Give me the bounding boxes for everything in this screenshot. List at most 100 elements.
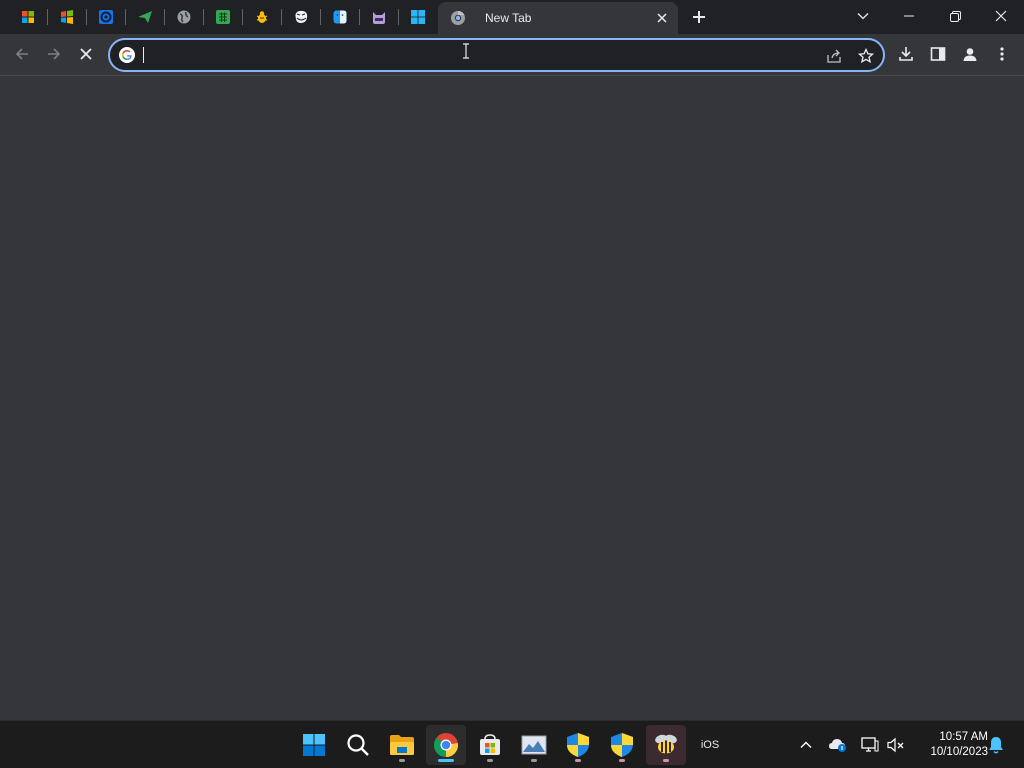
- pinned-tab-11[interactable]: [399, 3, 437, 31]
- tab-strip: New Tab: [0, 0, 1024, 34]
- windows-11-icon: [411, 10, 425, 24]
- pinned-tab-8[interactable]: [282, 3, 320, 31]
- cloud-icon: [829, 739, 846, 752]
- tab-new-tab[interactable]: New Tab: [438, 2, 678, 34]
- cat-icon: [373, 12, 385, 24]
- google-icon: [119, 47, 135, 63]
- ibeam-cursor-icon: [463, 43, 469, 59]
- taskbar-app-security-1[interactable]: [558, 725, 598, 765]
- minimize-button[interactable]: [886, 0, 932, 32]
- pinned-tab-6[interactable]: [204, 3, 242, 31]
- star-icon: [858, 48, 874, 64]
- security-shield-icon: [567, 733, 589, 757]
- taskbar-app-security-2[interactable]: [602, 725, 642, 765]
- running-indicator: [399, 759, 405, 762]
- running-indicator: [487, 759, 493, 762]
- taskbar-app-bee[interactable]: [646, 725, 686, 765]
- taskbar-app-photos[interactable]: [514, 725, 554, 765]
- bug-icon: [256, 11, 268, 23]
- windows-legacy-icon: [22, 11, 34, 23]
- ios-label: iOS: [700, 739, 720, 751]
- volume-tray-button[interactable]: [886, 735, 906, 755]
- stop-loading-button[interactable]: [71, 39, 101, 69]
- bee-icon: [655, 734, 677, 754]
- bookmark-star-button[interactable]: [856, 46, 876, 66]
- tab-title: New Tab: [485, 11, 532, 25]
- system-clock[interactable]: 10:57 AM 10/10/2023: [912, 730, 988, 760]
- share-button[interactable]: [824, 46, 844, 66]
- running-indicator: [619, 759, 625, 762]
- page-content[interactable]: [0, 77, 1024, 720]
- finder-icon: [333, 10, 347, 24]
- pinned-tab-10[interactable]: [360, 3, 398, 31]
- start-icon: [303, 734, 325, 756]
- clock-date: 10/10/2023: [930, 746, 988, 758]
- running-indicator: [575, 759, 581, 762]
- browser-toolbar: [0, 34, 1024, 76]
- back-button[interactable]: [7, 39, 37, 69]
- side-panel-button[interactable]: [923, 39, 953, 69]
- close-icon: [995, 10, 1007, 22]
- search-button[interactable]: [338, 725, 378, 765]
- restore-icon: [949, 10, 961, 22]
- onedrive-tray-button[interactable]: [828, 735, 848, 755]
- pinned-tab-3[interactable]: [87, 3, 125, 31]
- security-shield-icon: [611, 733, 633, 757]
- settings-app-icon: [99, 10, 113, 24]
- address-input[interactable]: [142, 44, 802, 66]
- tab-search-button[interactable]: [840, 0, 886, 32]
- restore-button[interactable]: [932, 0, 978, 32]
- bell-icon: [989, 737, 1003, 754]
- downloads-button[interactable]: [891, 39, 921, 69]
- windows-xp-icon: [61, 10, 73, 24]
- pinned-tab-5[interactable]: [165, 3, 203, 31]
- tab-close-button[interactable]: [654, 10, 670, 26]
- taskbar-app-microsoft-store[interactable]: [470, 725, 510, 765]
- taskbar-app-chrome[interactable]: [426, 725, 466, 765]
- share-icon: [827, 49, 841, 63]
- profile-icon: [963, 48, 977, 61]
- side-panel-icon: [930, 47, 946, 61]
- close-icon: [657, 13, 667, 23]
- pinned-tab-1[interactable]: [9, 3, 47, 31]
- plus-icon: [693, 11, 705, 23]
- taskbar-app-file-explorer[interactable]: [382, 725, 422, 765]
- chrome-icon: [434, 733, 458, 758]
- forward-button[interactable]: [39, 39, 69, 69]
- pinned-tab-2[interactable]: [48, 3, 86, 31]
- menu-button[interactable]: [987, 39, 1017, 69]
- arrow-right-icon: [48, 48, 61, 60]
- taskbar-app-ios[interactable]: iOS: [690, 725, 730, 765]
- pinned-tab-4[interactable]: [126, 3, 164, 31]
- network-icon: [861, 737, 879, 752]
- notifications-button[interactable]: [986, 735, 1006, 755]
- clock-time: 10:57 AM: [939, 731, 988, 743]
- pinned-tab-7[interactable]: [243, 3, 281, 31]
- profile-button[interactable]: [955, 39, 985, 69]
- start-button[interactable]: [294, 725, 334, 765]
- chevron-down-icon: [857, 13, 869, 20]
- show-hidden-icons-button[interactable]: [796, 735, 816, 755]
- active-indicator: [438, 759, 454, 762]
- address-bar[interactable]: [108, 38, 885, 72]
- minimize-icon: [904, 15, 914, 17]
- running-indicator: [663, 759, 669, 762]
- pinned-tab-9[interactable]: [321, 3, 359, 31]
- chrome-new-tab-icon: [451, 11, 465, 25]
- globe-icon: [177, 10, 191, 24]
- more-vert-icon: [1000, 47, 1004, 61]
- new-tab-button[interactable]: [687, 5, 711, 29]
- volume-muted-icon: [887, 737, 904, 753]
- file-explorer-icon: [390, 735, 414, 755]
- arrow-left-icon: [15, 48, 28, 60]
- running-indicator: [531, 759, 537, 762]
- download-icon: [899, 47, 913, 61]
- close-window-button[interactable]: [978, 0, 1024, 32]
- network-tray-button[interactable]: [860, 735, 880, 755]
- paper-plane-icon: [138, 11, 152, 23]
- taskbar: iOS 10:57 AM 10/10/2023: [0, 720, 1024, 768]
- troll-face-icon: [294, 10, 308, 24]
- chevron-up-icon: [800, 741, 812, 748]
- photos-icon: [521, 735, 547, 755]
- close-icon: [80, 48, 92, 60]
